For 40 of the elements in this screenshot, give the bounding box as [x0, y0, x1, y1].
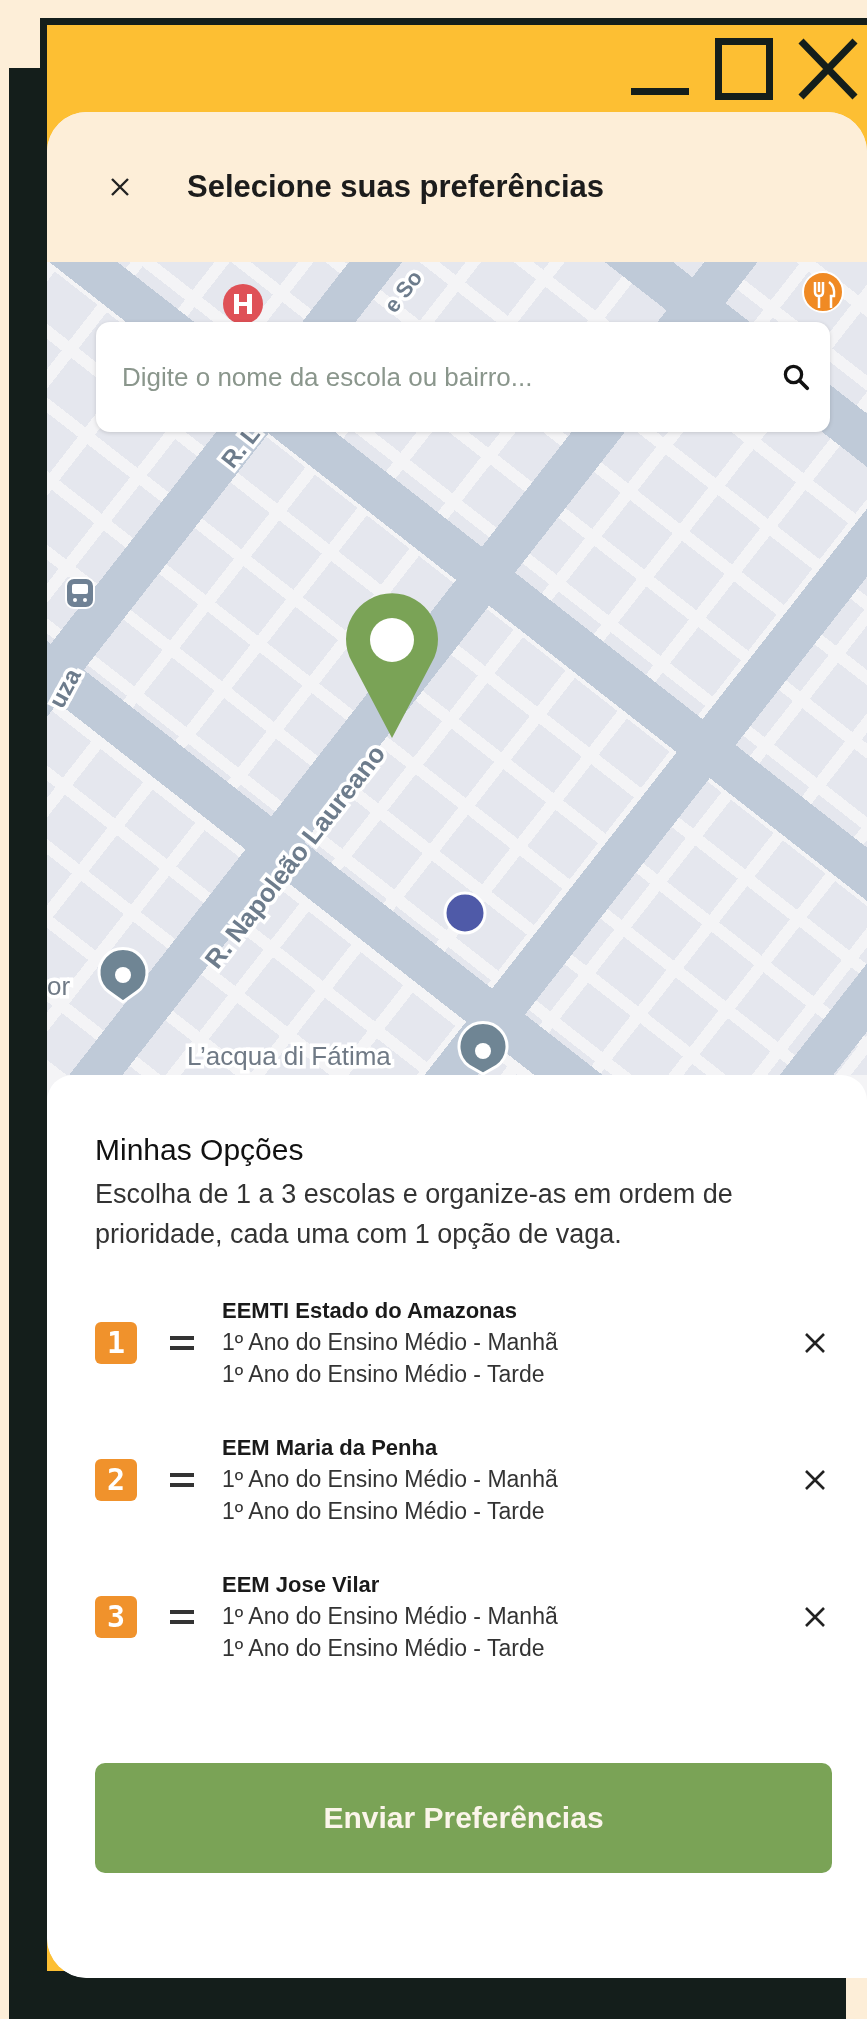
drag-handle-icon[interactable] [170, 1335, 194, 1350]
school-name: EEM Jose Vilar [222, 1570, 381, 1599]
close-icon [804, 1605, 826, 1628]
close-icon [109, 176, 131, 198]
section-description: Escolha de 1 a 3 escolas e organize-as em ordem de prioridade, cada uma com 1 opção de vaga. [95, 1178, 734, 1251]
search-field[interactable]: Digite o nome da escola ou bairro... [96, 322, 830, 432]
minimize-icon [631, 87, 689, 95]
close-window-button[interactable] [797, 37, 859, 100]
shift-option: 1º Ano do Ensino Médio - Manhã [222, 1599, 798, 1632]
school-name: EEMTI Estado do Amazonas [222, 1296, 518, 1325]
submit-button[interactable]: Enviar Preferências [95, 1763, 832, 1873]
priority-number: 2 [95, 1458, 137, 1501]
shift-option: 1º Ano do Ensino Médio - Tarde [222, 1357, 798, 1390]
street-label: L’acqua di Fátima [187, 1041, 391, 1071]
place-marker-icon[interactable] [457, 1021, 509, 1075]
search-icon[interactable] [781, 362, 811, 392]
dialog-title: Selecione suas preferências [187, 169, 604, 205]
shift-option: 1º Ano do Ensino Médio - Tarde [222, 1631, 798, 1664]
close-icon [804, 1331, 826, 1354]
shift-option: 1º Ano do Ensino Médio - Tarde [222, 1494, 798, 1527]
street-label: or [47, 971, 71, 1001]
street-label: uza [47, 664, 86, 712]
priority-number: 1 [95, 1321, 137, 1364]
location-pin-icon [346, 593, 438, 738]
maximize-icon [715, 37, 773, 100]
drag-handle-icon[interactable] [170, 1609, 194, 1624]
hospital-icon[interactable] [223, 284, 263, 324]
drag-handle-icon[interactable] [170, 1472, 194, 1487]
street-label: e So [378, 265, 428, 318]
close-icon [798, 37, 858, 100]
section-title: Minhas Opções [95, 1132, 305, 1168]
bus-icon[interactable] [65, 577, 95, 609]
school-name: EEM Maria da Penha [222, 1433, 439, 1462]
place-marker-icon[interactable] [97, 947, 149, 1004]
shift-option: 1º Ano do Ensino Médio - Manhã [222, 1462, 798, 1495]
shift-option: 1º Ano do Ensino Médio - Manhã [222, 1325, 798, 1358]
maximize-button[interactable] [713, 37, 775, 100]
location-dot-icon [443, 891, 487, 935]
close-icon [804, 1468, 826, 1491]
priority-number: 3 [95, 1595, 137, 1638]
